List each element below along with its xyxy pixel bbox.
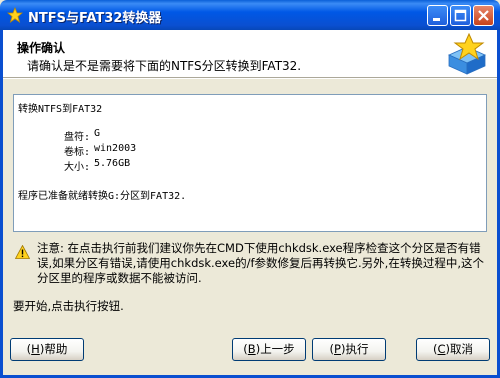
help-label: 帮助 — [44, 342, 68, 356]
back-label: 上一步 — [260, 342, 295, 356]
close-button[interactable] — [473, 5, 494, 26]
close-icon — [478, 10, 489, 21]
page-subtitle: 请确认是不是需要将下面的NTFS分区转换到FAT32. — [27, 59, 302, 73]
size-label: 大小: — [64, 162, 91, 173]
conversion-summary-box[interactable]: 转换NTFS到FAT32 盘符: G 卷标: win2003 大小: 5.76G… — [13, 94, 487, 232]
page-title: 操作确认 — [17, 41, 66, 55]
header-divider — [3, 77, 497, 79]
window-title: NTFS与FAT32转换器 — [28, 11, 162, 26]
run-label: 执行 — [345, 342, 369, 356]
back-accelerator: B — [247, 342, 256, 356]
maximize-icon — [454, 9, 467, 22]
minimize-icon — [433, 18, 440, 21]
cancel-label: 取消 — [450, 342, 474, 356]
minimize-button[interactable] — [427, 5, 448, 26]
size-value: 5.76GB — [94, 158, 131, 169]
back-button[interactable]: (B)上一步 — [232, 338, 306, 361]
warning-icon — [15, 245, 30, 259]
run-button[interactable]: (P)执行 — [312, 338, 386, 361]
help-button[interactable]: (H)帮助 — [10, 338, 84, 361]
run-accelerator: P — [334, 342, 341, 356]
ready-text: 程序已准备就绪转换G:分区到FAT32. — [18, 191, 187, 202]
summary-heading: 转换NTFS到FAT32 — [18, 104, 103, 115]
title-bar[interactable]: NTFS与FAT32转换器 — [0, 0, 500, 30]
wizard-header: 操作确认 请确认是不是需要将下面的NTFS分区转换到FAT32. — [3, 30, 497, 77]
volume-label: 卷标: — [64, 147, 91, 158]
drive-value: G — [94, 128, 101, 139]
app-star-icon — [7, 7, 23, 23]
start-instruction: 要开始,点击执行按钮. — [13, 299, 124, 313]
help-accelerator: H — [31, 342, 40, 356]
drive-label: 盘符: — [64, 132, 91, 143]
wizard-star-box-icon — [448, 33, 486, 75]
warning-text: 注意: 在点击执行前我们建议你先在CMD下使用chkdsk.exe程序检查这个分… — [37, 241, 484, 285]
maximize-button[interactable] — [450, 5, 471, 26]
volume-value: win2003 — [94, 143, 137, 154]
cancel-accelerator: C — [437, 342, 446, 356]
cancel-button[interactable]: (C)取消 — [416, 338, 490, 361]
